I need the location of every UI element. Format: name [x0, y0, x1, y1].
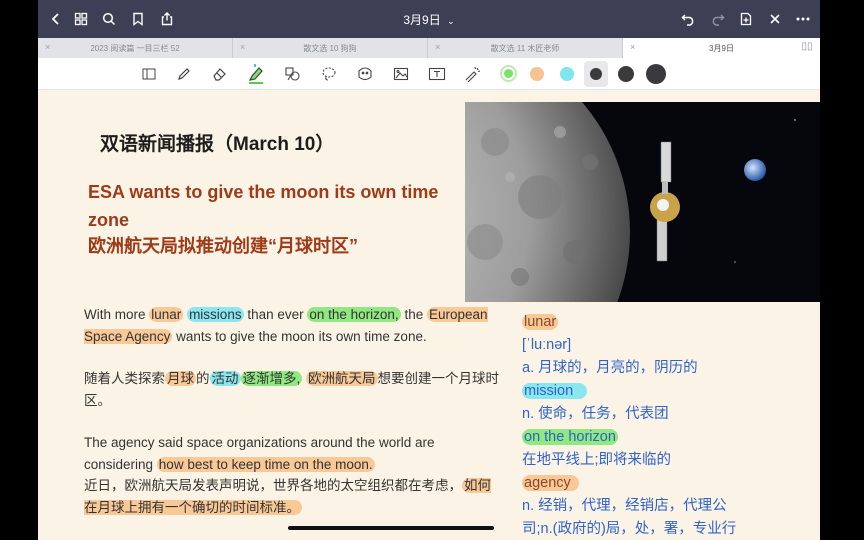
- search-icon[interactable]: [99, 9, 119, 29]
- more-icon[interactable]: [793, 9, 813, 29]
- undo-icon[interactable]: [678, 9, 698, 29]
- text: 近日，欧洲航天局发表声明说，世界各地的太空组织都在考虑，: [84, 478, 462, 493]
- headline-chinese: 欧洲航天局拟推动创建“月球时区”: [88, 236, 358, 256]
- highlight-on-the-horizon: on the horizon,: [307, 307, 401, 322]
- vocab-word-mission: mission: [522, 380, 820, 403]
- tab-label: 3月9日: [709, 43, 734, 53]
- stroke-size-small[interactable]: [590, 68, 602, 80]
- tab-close-icon[interactable]: ×: [45, 42, 50, 52]
- textbox-icon[interactable]: [426, 64, 448, 84]
- vocabulary-list: lunar [ˈluːnər] a. 月球的，月亮的，阴历的 mission n…: [522, 311, 820, 540]
- text: wants to give the moon its own time zone…: [172, 328, 427, 344]
- drawing-toolbar: [38, 58, 820, 90]
- document-title[interactable]: 3月9日 ⌄: [38, 11, 820, 28]
- laser-pointer-icon[interactable]: [462, 64, 484, 84]
- color-swatch-green-selected[interactable]: [500, 65, 517, 82]
- shapes-icon[interactable]: [282, 64, 304, 84]
- chevron-down-icon[interactable]: ⌄: [447, 16, 455, 26]
- redo-icon[interactable]: [707, 9, 727, 29]
- lasso-icon[interactable]: [318, 64, 340, 84]
- tab-label: 散文选 10 狗狗: [303, 43, 357, 53]
- image-icon[interactable]: [390, 64, 412, 84]
- paragraph-2-english: The agency said space organizations arou…: [84, 432, 504, 475]
- document-tabs: × 2023 阅读篇 一目三栏 52 × 散文选 10 狗狗 × 散文选 11 …: [38, 38, 820, 58]
- paragraph-1-chinese: 随着人类探索 月球的活动 逐渐增多, 欧洲航天局 想要创建一个月球时区。: [84, 368, 504, 411]
- sticker-icon[interactable]: [354, 64, 376, 84]
- headline-english: ESA wants to give the moon its own time …: [88, 182, 439, 230]
- tab-document-2[interactable]: × 散文选 10 狗狗: [233, 38, 428, 58]
- text: With more: [84, 307, 150, 322]
- eraser-icon[interactable]: [209, 64, 231, 84]
- text: than ever: [243, 307, 308, 322]
- tab-close-icon[interactable]: ×: [435, 42, 440, 52]
- vocab-word-lunar: lunar: [522, 311, 820, 334]
- vocab-word: agency: [522, 475, 579, 491]
- highlight-huodong: 活动: [209, 371, 241, 386]
- tab-label: 散文选 11 木匠老师: [490, 43, 560, 53]
- app-screen: 3月9日 ⌄ × 2023 阅读篇 一目三栏 52 × 散文选 10 狗狗 × …: [38, 0, 820, 540]
- highlight-zhujian-zengduo: 逐渐增多,: [240, 371, 303, 386]
- tab-document-3[interactable]: × 散文选 11 木匠老师: [428, 38, 623, 58]
- note-page[interactable]: 双语新闻播报（March 10） ESA wants to give the m…: [38, 91, 820, 540]
- vocab-word: mission: [522, 383, 588, 399]
- highlight-ouzhou-hangtianju: 欧洲航天局: [306, 371, 378, 386]
- navigation-bar: 3月9日 ⌄: [38, 0, 820, 38]
- highlight-how-best-to-keep-time: how best to keep time on the moon.: [156, 456, 375, 472]
- color-swatch-cyan[interactable]: [560, 67, 574, 81]
- paragraph-1-english: With more lunar missions than ever on th…: [84, 304, 504, 347]
- back-icon[interactable]: [46, 9, 66, 29]
- tab-overview-icon[interactable]: ▯▯: [800, 41, 814, 55]
- vocab-word-on-the-horizon: on the horizon: [522, 426, 820, 449]
- tab-document-1[interactable]: × 2023 阅读篇 一目三栏 52: [38, 38, 233, 58]
- stroke-size-medium[interactable]: [618, 66, 634, 82]
- vocab-word-agency: agency: [522, 472, 820, 495]
- tab-close-icon[interactable]: ×: [630, 42, 635, 52]
- highlighter-icon[interactable]: [245, 64, 267, 84]
- highlight-missions: missions: [187, 307, 244, 322]
- vocab-word: on the horizon: [522, 429, 618, 445]
- text: the: [400, 307, 427, 322]
- vocab-definition: a. 月球的，月亮的，阴历的: [522, 360, 698, 376]
- text: 的: [196, 371, 210, 386]
- tab-label: 2023 阅读篇 一目三栏 52: [90, 43, 180, 53]
- reading-mode-icon[interactable]: [138, 64, 160, 84]
- moon-spacecraft-image: [465, 102, 820, 302]
- add-page-icon[interactable]: [736, 9, 756, 29]
- highlight-yueqiu: 月球: [165, 371, 196, 386]
- vocab-definition: n. 经销，代理，经销店，代理公: [522, 498, 727, 514]
- pen-icon[interactable]: [173, 64, 195, 84]
- tab-document-4-active[interactable]: × 3月9日 ▯▯: [623, 38, 820, 58]
- page-title: 双语新闻播报（March 10）: [100, 134, 335, 155]
- vocab-pronunciation: [ˈluːnər]: [522, 337, 572, 353]
- share-icon[interactable]: [157, 9, 177, 29]
- paragraph-2-chinese: 近日，欧洲航天局发表声明说，世界各地的太空组织都在考虑， 如何在月球上拥有一个确切…: [84, 475, 504, 518]
- home-indicator[interactable]: [288, 526, 494, 530]
- vocab-definition: 司;n.(政府的)局，处，署，专业行: [522, 521, 737, 537]
- vocab-definition: n. 使命，任务，代表团: [522, 406, 669, 422]
- grid-icon[interactable]: [71, 9, 91, 29]
- tab-close-icon[interactable]: ×: [240, 42, 245, 52]
- bookmark-icon[interactable]: [128, 9, 148, 29]
- close-icon[interactable]: [765, 9, 785, 29]
- stroke-size-large[interactable]: [646, 64, 666, 84]
- vocab-definition: 在地平线上;即将来临的: [522, 452, 672, 468]
- vocab-word: lunar: [522, 314, 559, 330]
- text: 随着人类探索: [84, 371, 165, 386]
- highlight-lunar: lunar: [149, 307, 184, 322]
- color-swatch-orange[interactable]: [530, 67, 544, 81]
- document-title-text[interactable]: 3月9日: [403, 13, 440, 27]
